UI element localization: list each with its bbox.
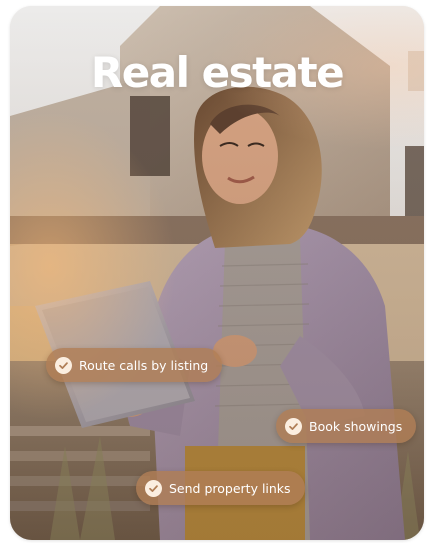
- feature-label: Book showings: [309, 418, 403, 434]
- hero-title: Real estate: [90, 48, 345, 97]
- feature-label: Send property links: [169, 480, 291, 496]
- check-circle-icon: [145, 479, 162, 497]
- check-circle-icon: [55, 356, 72, 374]
- feature-pill-route-calls: Route calls by listing: [46, 348, 223, 382]
- check-circle-icon: [285, 417, 302, 435]
- real-estate-card: Real estate Route calls by listing Book …: [10, 6, 424, 540]
- feature-label: Route calls by listing: [79, 357, 209, 373]
- feature-pill-send-links: Send property links: [136, 471, 305, 505]
- feature-pill-book-showings: Book showings: [276, 409, 417, 443]
